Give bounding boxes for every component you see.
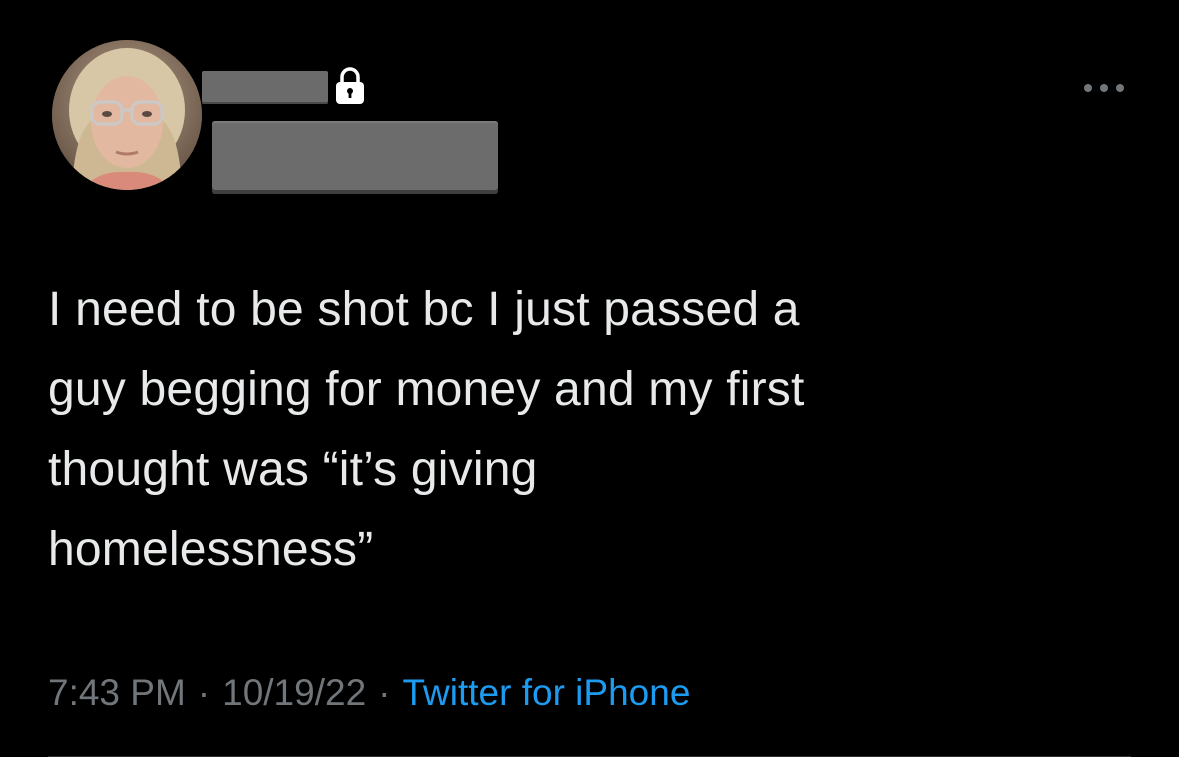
lock-icon xyxy=(336,67,364,104)
username-redacted xyxy=(212,121,498,194)
tweet-date[interactable]: 10/19/22 xyxy=(222,666,366,720)
tweet-metadata: 7:43 PM · 10/19/22 · Twitter for iPhone xyxy=(48,666,690,720)
display-name-redacted xyxy=(202,71,328,104)
meta-separator: · xyxy=(378,672,391,713)
tweet-time[interactable]: 7:43 PM xyxy=(48,666,186,720)
tweet-text: I need to be shot bc I just passed a guy… xyxy=(48,283,805,576)
avatar-image xyxy=(52,40,202,190)
meta-separator: · xyxy=(197,672,211,713)
tweet-source-link[interactable]: Twitter for iPhone xyxy=(402,666,690,720)
more-horizontal-icon[interactable] xyxy=(1082,78,1126,98)
tweet-card: I need to be shot bc I just passed a guy… xyxy=(0,0,1179,757)
avatar[interactable] xyxy=(52,40,202,190)
